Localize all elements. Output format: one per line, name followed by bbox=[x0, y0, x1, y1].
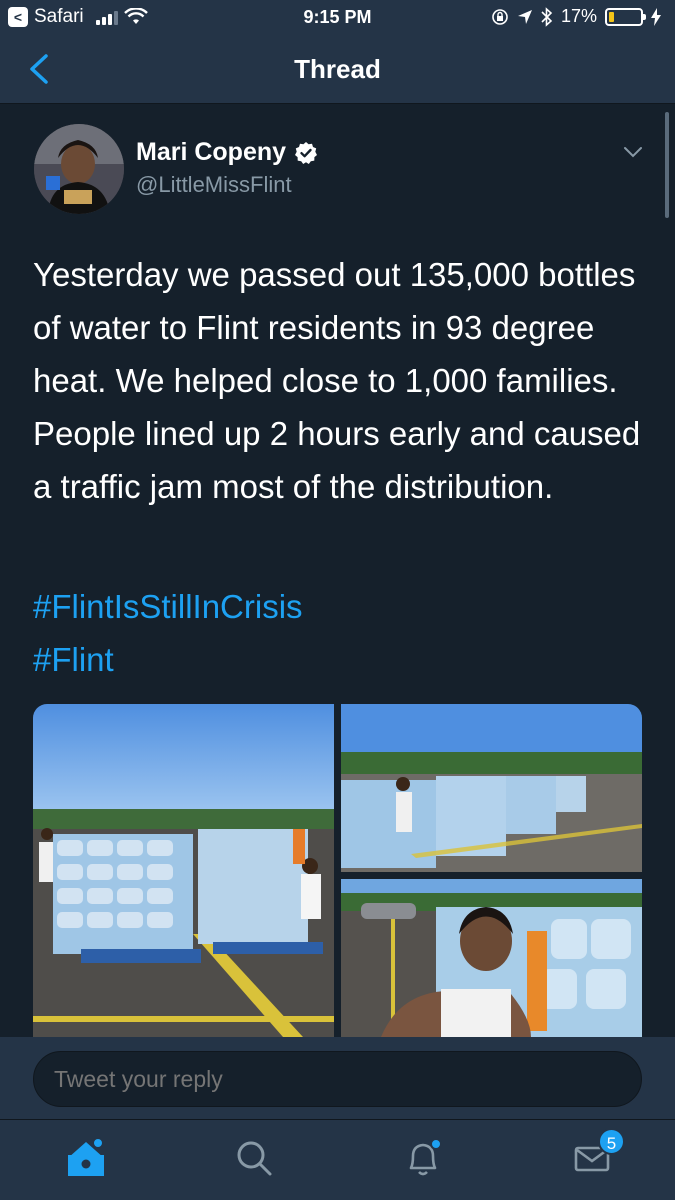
tweet-photo[interactable] bbox=[341, 704, 642, 872]
reply-bar bbox=[0, 1037, 675, 1119]
status-bar: < Safari 9:15 PM 17% bbox=[0, 0, 675, 36]
author-name[interactable]: Mari Copeny bbox=[136, 138, 318, 167]
bell-icon[interactable] bbox=[401, 1136, 445, 1180]
tweet-text: Yesterday we passed out 135,000 bottles … bbox=[33, 256, 641, 505]
tweet-photo[interactable] bbox=[33, 704, 334, 1037]
messages-badge: 5 bbox=[598, 1128, 625, 1155]
battery-percent: 17% bbox=[560, 6, 597, 26]
author-handle[interactable]: @LittleMissFlint bbox=[136, 172, 292, 198]
home-icon[interactable] bbox=[64, 1136, 108, 1180]
chevron-down-icon[interactable] bbox=[622, 144, 644, 160]
lock-rotation-icon bbox=[492, 8, 508, 25]
avatar[interactable] bbox=[34, 124, 124, 214]
verified-icon bbox=[295, 141, 318, 164]
tweet-hashtags: #FlintIsStillInCrisis #Flint bbox=[33, 580, 303, 686]
scrollbar[interactable] bbox=[665, 112, 669, 218]
hashtag-link[interactable]: #FlintIsStillInCrisis bbox=[33, 580, 303, 633]
bluetooth-icon bbox=[541, 6, 553, 27]
page-title: Thread bbox=[294, 54, 381, 84]
tweet-photo[interactable] bbox=[341, 879, 642, 1037]
tab-bar bbox=[0, 1119, 675, 1200]
photo-grid bbox=[33, 704, 642, 1037]
nav-bar: Thread bbox=[0, 36, 675, 104]
status-bar-right: 17% bbox=[491, 6, 661, 27]
hashtag-link[interactable]: #Flint bbox=[33, 633, 303, 686]
reply-input[interactable] bbox=[33, 1051, 642, 1107]
location-icon bbox=[517, 9, 532, 24]
battery-icon bbox=[605, 7, 646, 26]
charging-icon bbox=[651, 7, 661, 26]
search-icon[interactable] bbox=[232, 1136, 276, 1180]
author-name-text[interactable]: Mari Copeny bbox=[136, 138, 286, 167]
